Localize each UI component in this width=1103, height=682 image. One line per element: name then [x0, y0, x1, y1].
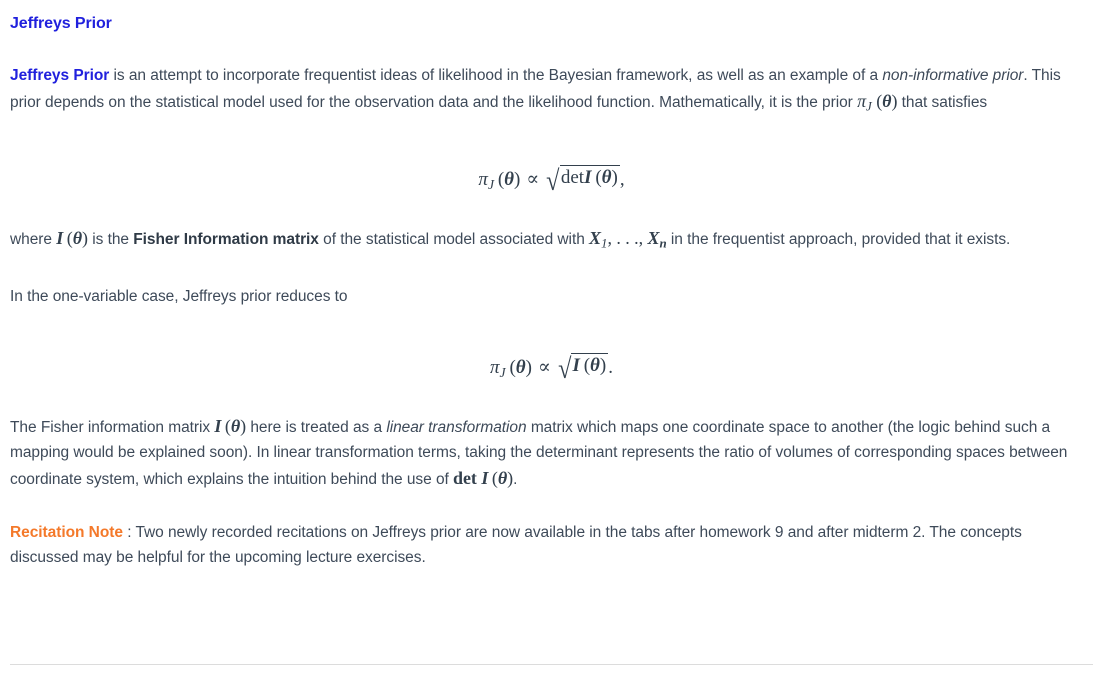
where-bold-fisher-information-matrix: Fisher Information matrix	[133, 231, 319, 249]
theta-symbol: θ	[230, 415, 241, 436]
eq2-inner-paren-close: )	[599, 355, 607, 377]
document-page: Jeffreys Prior Jeffreys Prior is an atte…	[0, 0, 1103, 682]
inline-math-i-theta-1: I (θ)	[56, 228, 88, 248]
x-symbol-1: X	[589, 228, 602, 249]
eq1-subscript-j: J	[487, 176, 495, 192]
matrix-i-symbol: I	[214, 415, 222, 436]
paragraph-recitation-note: Recitation Note : Two newly recorded rec…	[10, 493, 1093, 571]
eq1-det: det	[560, 166, 585, 188]
fisher-text-1: The Fisher information matrix	[10, 418, 215, 436]
paragraph-intro: Jeffreys Prior is an attempt to incorpor…	[10, 34, 1093, 119]
fisher-emphasis-linear-transformation: linear transformation	[386, 418, 527, 436]
eq1-inner-theta: θ	[601, 166, 612, 188]
subscript-n: n	[659, 236, 667, 252]
where-text-3: of the statistical model associated with	[318, 231, 590, 249]
paragraph-where: where I (θ) is the Fisher Information ma…	[10, 196, 1093, 256]
one-variable-text: In the one-variable case, Jeffreys prior…	[10, 287, 348, 305]
matrix-i-symbol: I	[56, 228, 64, 249]
where-text-2: is the	[87, 231, 134, 249]
equation-2-expression: πJ (θ) ∝ √I (θ).	[490, 353, 613, 384]
eq2-subscript-j: J	[499, 365, 506, 381]
eq1-matrix-i: I	[584, 166, 592, 188]
eq2-square-root: √I (θ)	[557, 353, 609, 386]
eq2-proportional-to: ∝	[537, 357, 551, 379]
matrix-i-symbol: I	[481, 468, 489, 489]
equation-jeffreys-univariate: πJ (θ) ∝ √I (θ).	[10, 309, 1093, 385]
eq1-radicand: detI (θ)	[559, 164, 620, 189]
where-text-1: where	[10, 231, 57, 249]
intro-lead-bold: Jeffreys Prior	[10, 67, 110, 84]
ellipsis: , . . .,	[607, 228, 648, 249]
eq1-pi: π	[478, 168, 488, 190]
equation-jeffreys-multivariate: πJ (θ) ∝ √detI (θ),	[10, 119, 1093, 197]
x-symbol-n: X	[647, 228, 660, 249]
paragraph-one-variable: In the one-variable case, Jeffreys prior…	[10, 257, 1093, 310]
pi-symbol: π	[857, 90, 867, 111]
eq1-proportional-to: ∝	[526, 168, 540, 190]
eq2-trailing-period: .	[608, 357, 613, 379]
paragraph-fisher-transform: The Fisher information matrix I (θ) here…	[10, 385, 1093, 493]
eq1-theta: θ	[504, 168, 515, 190]
inline-math-x-sequence: X1, . . ., Xn	[589, 228, 667, 252]
recitation-note-separator: :	[122, 523, 136, 541]
theta-symbol: θ	[497, 468, 508, 489]
subscript-j: J	[866, 98, 872, 114]
eq2-inner-theta: θ	[590, 355, 600, 377]
equation-1-expression: πJ (θ) ∝ √detI (θ),	[478, 164, 625, 195]
page-title: Jeffreys Prior	[10, 15, 112, 32]
recitation-note-text: Two newly recorded recitations on Jeffre…	[10, 523, 1022, 567]
radical-sign-icon: √	[558, 354, 572, 386]
fisher-text-2: here is treated as a	[246, 418, 387, 436]
theta-symbol: θ	[72, 228, 83, 249]
radical-sign-icon: √	[546, 165, 560, 197]
intro-emphasis-noninformative-prior: non-informative prior	[882, 67, 1024, 84]
where-text-4: in the frequentist approach, provided th…	[666, 231, 1011, 249]
intro-text-3: that satisfies	[897, 93, 988, 111]
eq1-inner-paren-close: )	[611, 166, 618, 188]
intro-text-1: is an attempt to incorporate frequentist…	[109, 67, 883, 84]
eq1-square-root: √detI (θ)	[545, 164, 620, 197]
recitation-note-label: Recitation Note	[10, 523, 123, 541]
eq2-matrix-i: I	[572, 355, 580, 377]
eq1-trailing-comma: ,	[619, 168, 625, 190]
det-label: det	[453, 468, 477, 489]
eq2-radicand: I (θ)	[571, 353, 609, 377]
eq2-theta: θ	[515, 357, 526, 379]
section-divider	[10, 664, 1093, 665]
inline-math-i-theta-2: I (θ)	[214, 416, 246, 436]
fisher-text-4: .	[513, 471, 518, 489]
eq2-pi: π	[490, 357, 500, 379]
inline-math-det-i-theta: det I (θ)	[453, 468, 513, 488]
inline-math-pi-j-theta: πJ (θ)	[857, 90, 897, 114]
